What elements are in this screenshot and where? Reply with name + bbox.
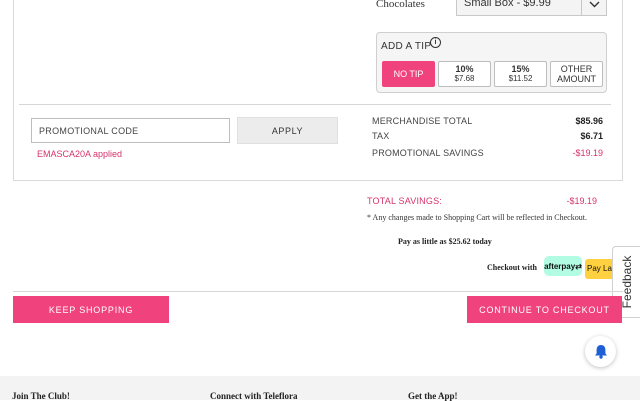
tax-value: $6.71: [580, 131, 603, 141]
afterpay-button[interactable]: afterpay ⇄: [544, 256, 582, 276]
divider: [19, 104, 611, 105]
merchandise-total-value: $85.96: [575, 116, 603, 126]
cart-note: * Any changes made to Shopping Cart will…: [367, 213, 587, 222]
info-icon[interactable]: i: [430, 37, 441, 48]
afterpay-logo: afterpay: [544, 261, 576, 271]
notification-bell-button[interactable]: [585, 336, 616, 367]
tax-label: TAX: [372, 131, 390, 141]
merchandise-total-label: MERCHANDISE TOTAL: [372, 116, 473, 126]
apply-button[interactable]: APPLY: [237, 117, 338, 144]
tip-option-label: OTHER AMOUNT: [557, 64, 596, 84]
afterpay-arrow-icon: ⇄: [575, 261, 582, 271]
promotional-savings-value: -$19.19: [572, 148, 603, 158]
tip-title: ADD A TIP: [381, 41, 432, 52]
size-select[interactable]: Small Box - $9.99: [456, 0, 607, 16]
tip-option-no-tip[interactable]: NO TIP: [382, 61, 435, 87]
tip-option-amount: $7.68: [454, 74, 475, 83]
tip-option-amount: $11.52: [508, 74, 533, 83]
tip-option-15[interactable]: 15% $11.52: [494, 61, 547, 87]
chevron-down-icon: [581, 0, 606, 15]
keep-shopping-button[interactable]: KEEP SHOPPING: [13, 296, 169, 323]
footer: [0, 376, 640, 400]
pay-as-little-text: Pay as little as $25.62 today: [398, 237, 492, 246]
checkout-with-label: Checkout with: [487, 263, 538, 272]
tip-option-label: 10%: [455, 64, 474, 74]
total-savings-value: -$19.19: [566, 196, 597, 206]
promotional-savings-label: PROMOTIONAL SAVINGS: [372, 148, 484, 158]
tip-option-label: NO TIP: [393, 69, 424, 79]
continue-to-checkout-button[interactable]: CONTINUE TO CHECKOUT: [467, 296, 622, 323]
product-label: Chocolates: [376, 0, 425, 10]
divider: [13, 291, 623, 292]
promo-code-input[interactable]: [31, 118, 230, 143]
bell-icon: [594, 345, 607, 359]
tip-option-label: 15%: [511, 64, 530, 74]
tip-option-10[interactable]: 10% $7.68: [438, 61, 491, 87]
total-savings-label: TOTAL SAVINGS:: [367, 196, 442, 206]
size-select-value: Small Box - $9.99: [464, 0, 551, 9]
promo-applied-message: EMASCA20A applied: [37, 149, 123, 159]
tip-option-other[interactable]: OTHER AMOUNT: [550, 61, 603, 87]
